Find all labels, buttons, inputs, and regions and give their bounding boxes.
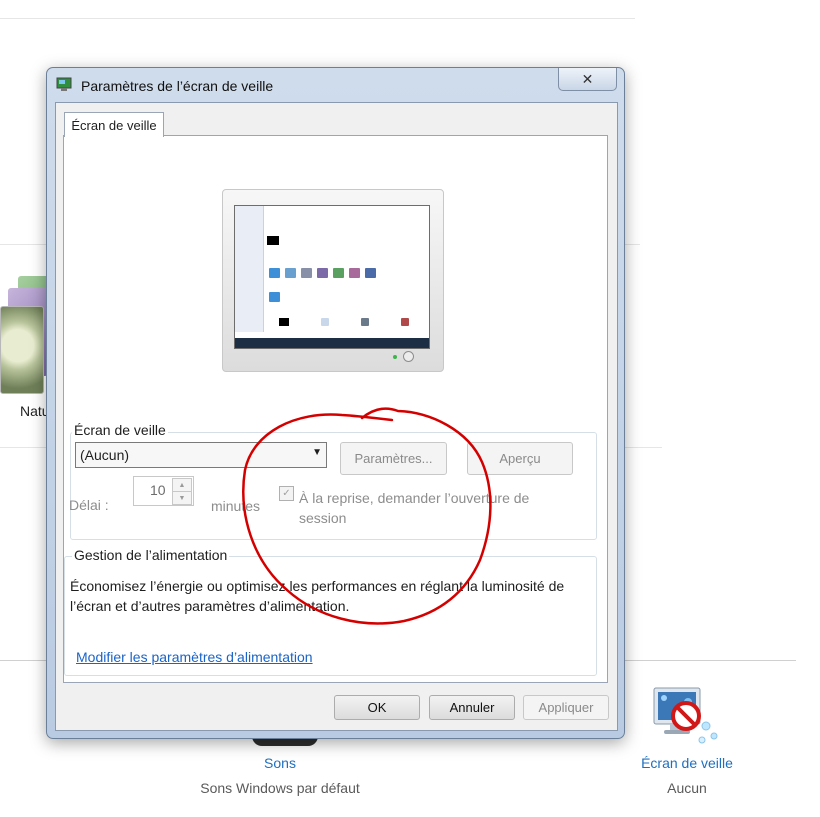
- dialog-client: Écran de veille Écran de veille (Aucun) …: [55, 102, 618, 731]
- close-icon: ✕: [581, 70, 594, 87]
- close-button[interactable]: ✕: [558, 68, 617, 91]
- resume-checkbox[interactable]: ✓: [279, 486, 294, 501]
- spin-down-icon[interactable]: ▼: [172, 491, 192, 505]
- tab-screensaver[interactable]: Écran de veille: [64, 112, 164, 137]
- delay-label: Délai :: [69, 497, 109, 513]
- ok-button[interactable]: OK: [334, 695, 420, 720]
- sounds-item[interactable]: Sons Sons Windows par défaut: [180, 755, 380, 796]
- sounds-subtitle: Sons Windows par défaut: [200, 780, 360, 796]
- divider: [0, 18, 635, 19]
- cancel-button[interactable]: Annuler: [429, 695, 515, 720]
- monitor-app-icon: [56, 77, 72, 91]
- screensaver-icon[interactable]: [650, 686, 722, 746]
- delay-value[interactable]: 10: [150, 482, 166, 498]
- title-bar[interactable]: Paramètres de l’écran de veille ✕: [47, 68, 624, 102]
- minutes-label: minutes: [211, 498, 261, 514]
- power-group-legend: Gestion de l’alimentation: [72, 547, 230, 563]
- screensaver-subtitle: Aucun: [667, 780, 707, 796]
- spin-up-icon[interactable]: ▲: [172, 478, 192, 492]
- delay-spinner[interactable]: 10 ▲ ▼: [133, 476, 194, 506]
- screensaver-group-legend: Écran de veille: [72, 422, 168, 438]
- tab-panel: Écran de veille (Aucun) ▼ Paramètres... …: [63, 135, 608, 683]
- power-settings-link[interactable]: Modifier les paramètres d’alimentation: [76, 649, 313, 665]
- sounds-title[interactable]: Sons: [180, 755, 380, 771]
- screensaver-title[interactable]: Écran de veille: [617, 755, 757, 771]
- screensaver-settings-dialog: Paramètres de l’écran de veille ✕ Écran …: [46, 67, 625, 739]
- apply-button[interactable]: Appliquer: [523, 695, 609, 720]
- power-description: Économisez l’énergie ou optimisez les pe…: [70, 578, 565, 614]
- dialog-title: Paramètres de l’écran de veille: [81, 78, 274, 94]
- screensaver-select[interactable]: (Aucun) ▼: [75, 442, 327, 468]
- screensaver-item[interactable]: Écran de veille Aucun: [617, 755, 757, 796]
- monitor-preview: [222, 189, 444, 372]
- settings-button[interactable]: Paramètres...: [340, 442, 447, 475]
- preview-button[interactable]: Aperçu: [467, 442, 573, 475]
- resume-label[interactable]: À la reprise, demander l’ouverture de se…: [299, 488, 569, 528]
- preview-screen: [234, 205, 430, 349]
- theme-thumbnail-nature[interactable]: [0, 276, 52, 394]
- chevron-down-icon: ▼: [312, 447, 322, 458]
- screensaver-select-value: (Aucun): [80, 447, 130, 463]
- check-icon: ✓: [282, 488, 291, 499]
